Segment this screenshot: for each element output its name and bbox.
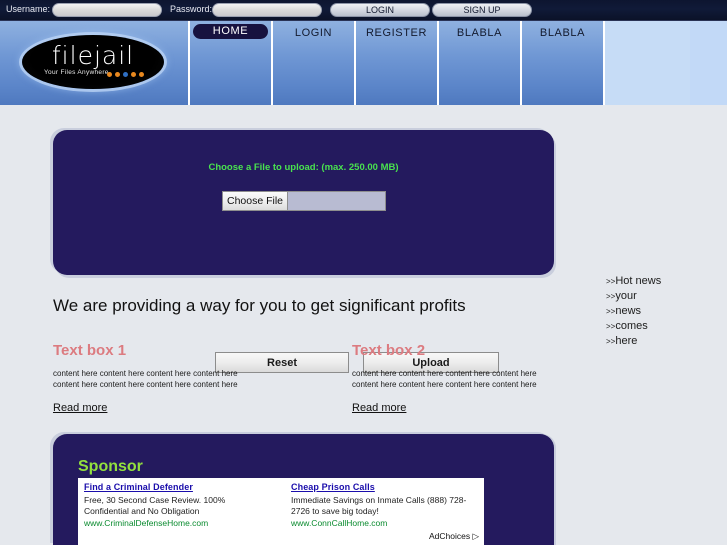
- ad-item-1-description: Free, 30 Second Case Review. 100% Confid…: [84, 495, 226, 516]
- news-item-0[interactable]: >>Hot news: [606, 274, 721, 289]
- ad-item-2-headline[interactable]: Cheap Prison Calls: [291, 482, 476, 492]
- login-button[interactable]: LOGIN: [330, 3, 430, 17]
- ad-item-1-url[interactable]: www.CriminalDefenseHome.com: [84, 518, 269, 528]
- upload-instruction: Choose a File to upload: (max. 250.00 MB…: [208, 162, 399, 173]
- news-item-arrows-icon: >>: [606, 322, 616, 331]
- text-box-2: Text box 2 content here content here con…: [352, 342, 562, 416]
- text-box-1-title: Text box 1: [53, 342, 127, 359]
- news-item-arrows-icon: >>: [606, 307, 616, 316]
- adchoices-label: AdChoices: [428, 531, 471, 541]
- page-headline: We are providing a way for you to get si…: [53, 296, 466, 315]
- nav-item-blabla-3[interactable]: BLABLA: [439, 21, 522, 105]
- username-input[interactable]: [52, 3, 162, 17]
- news-item-label: news: [615, 305, 642, 317]
- news-item-3[interactable]: >>comes: [606, 319, 721, 334]
- adchoices-button[interactable]: AdChoices ▷: [429, 531, 479, 542]
- site-header: filejail Your Files Anywhere HOME LOGIN RE…: [0, 21, 727, 105]
- nav-item-label: BLABLA: [456, 27, 503, 39]
- nav-item-label: BLABLA: [539, 27, 586, 39]
- news-item-1[interactable]: >>your: [606, 289, 721, 304]
- news-item-label: Hot news: [615, 275, 662, 287]
- text-box-2-title: Text box 2: [352, 342, 426, 359]
- password-input[interactable]: [212, 3, 322, 17]
- logo-dot-4: [139, 72, 144, 77]
- file-input-row[interactable]: Choose File: [222, 191, 386, 211]
- logo-tagline: Your Files Anywhere: [44, 69, 109, 76]
- logo-oval: filejail Your Files Anywhere: [22, 35, 164, 89]
- ad-box: Find a Criminal Defender Free, 30 Second…: [78, 478, 484, 545]
- page-root: Username: Password: LOGIN SIGN UP fileja…: [0, 0, 727, 545]
- nav-item-blabla-4[interactable]: BLABLA: [522, 21, 605, 105]
- news-item-label: comes: [615, 320, 648, 332]
- upload-panel: Choose a File to upload: (max. 250.00 MB…: [53, 130, 554, 373]
- logo-dot-0: [107, 72, 112, 77]
- username-label: Username:: [6, 4, 51, 14]
- ad-item-2-description: Immediate Savings on Inmate Calls (888) …: [291, 495, 467, 516]
- news-item-4[interactable]: >>here: [606, 334, 721, 349]
- sponsor-title: Sponsor: [78, 458, 143, 475]
- news-item-label: here: [615, 335, 638, 347]
- logo-dots-icon: [107, 72, 144, 77]
- adchoices-triangle-icon: ▷: [472, 531, 479, 541]
- nav-item-label: LOGIN: [294, 27, 333, 39]
- main-nav: HOME LOGIN REGISTER BLABLA BLABLA: [190, 21, 690, 105]
- news-sidebar: >>Hot news >>your >>news >>comes >>here: [606, 274, 721, 349]
- ad-item-2-url[interactable]: www.ConnCallHome.com: [291, 518, 476, 528]
- nav-item-login-1[interactable]: LOGIN: [273, 21, 356, 105]
- signup-button[interactable]: SIGN UP: [432, 3, 532, 17]
- text-box-1: Text box 1 content here content here con…: [53, 342, 263, 416]
- ad-item-1: Find a Criminal Defender Free, 30 Second…: [84, 482, 269, 528]
- nav-item-register-2[interactable]: REGISTER: [356, 21, 439, 105]
- text-box-2-body: content here content here content here c…: [352, 369, 537, 389]
- nav-item-label: HOME: [193, 24, 268, 39]
- news-item-arrows-icon: >>: [606, 277, 616, 286]
- text-box-1-body: content here content here content here c…: [53, 369, 238, 389]
- password-label: Password:: [170, 4, 213, 14]
- sponsor-panel: Sponsor Find a Criminal Defender Free, 3…: [53, 434, 554, 545]
- logo-dot-3: [131, 72, 136, 77]
- text-box-2-read-more-link[interactable]: Read more: [352, 402, 406, 414]
- ad-item-2: Cheap Prison Calls Immediate Savings on …: [291, 482, 476, 528]
- text-box-1-read-more-link[interactable]: Read more: [53, 402, 107, 414]
- nav-item-home-0[interactable]: HOME: [190, 21, 273, 105]
- news-item-arrows-icon: >>: [606, 292, 616, 301]
- nav-item-label: REGISTER: [365, 27, 428, 39]
- ad-item-1-headline[interactable]: Find a Criminal Defender: [84, 482, 269, 492]
- logo-dot-1: [115, 72, 120, 77]
- logo-dot-2: [123, 72, 128, 77]
- chosen-file-field[interactable]: [288, 191, 386, 211]
- logo-cell[interactable]: filejail Your Files Anywhere: [0, 21, 190, 105]
- news-item-2[interactable]: >>news: [606, 304, 721, 319]
- news-item-arrows-icon: >>: [606, 337, 616, 346]
- choose-file-button[interactable]: Choose File: [222, 191, 288, 211]
- logo-wordmark: filejail: [51, 41, 135, 70]
- top-login-bar: Username: Password: LOGIN SIGN UP: [0, 0, 727, 21]
- news-item-label: your: [615, 290, 637, 302]
- nav-filler: [690, 21, 727, 105]
